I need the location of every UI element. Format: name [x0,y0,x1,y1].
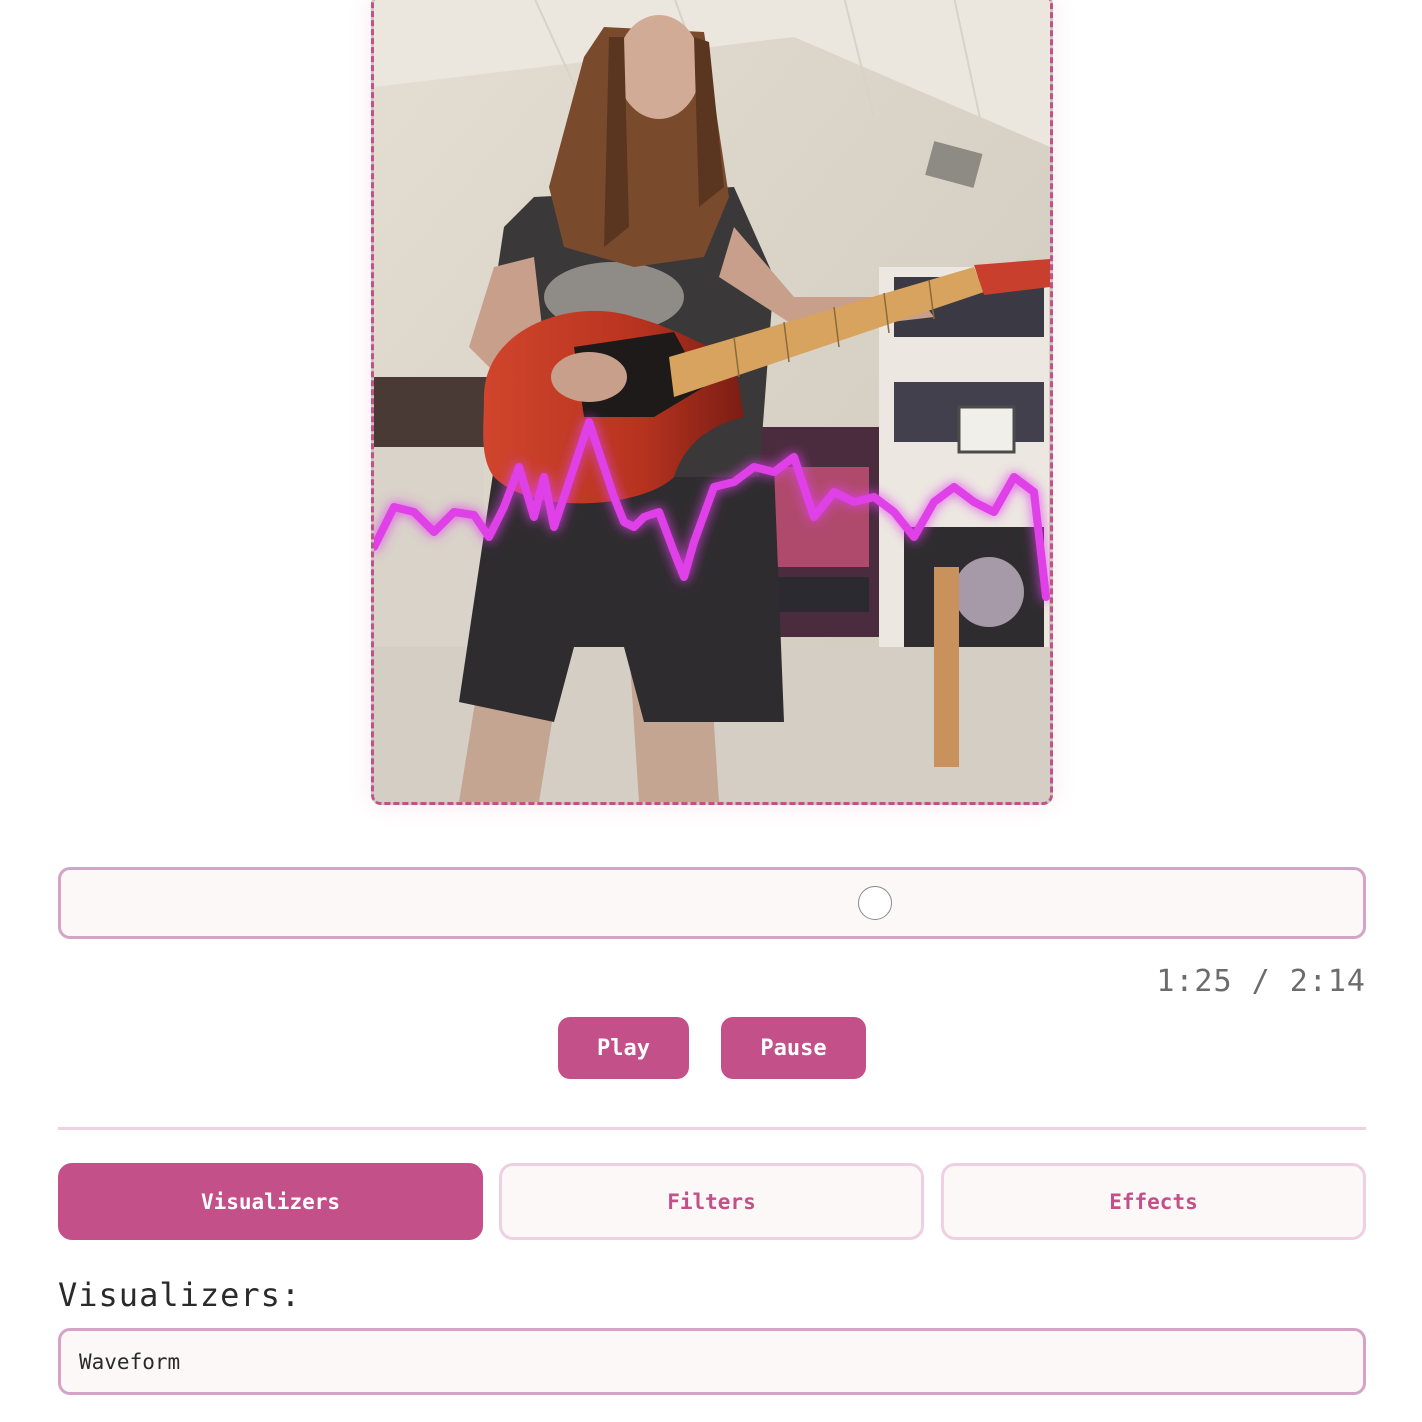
video-frame-image [374,0,1050,802]
tab-filters[interactable]: Filters [499,1163,924,1240]
visualizers-section-label: Visualizers: [58,1276,302,1314]
section-divider [58,1127,1366,1130]
seek-slider[interactable] [58,867,1366,939]
play-button[interactable]: Play [558,1017,689,1079]
time-readout: 1:25 / 2:14 [1156,964,1366,999]
visualizer-select-value: Waveform [79,1349,181,1374]
visualizer-select[interactable]: Waveform [58,1328,1366,1395]
pause-button[interactable]: Pause [721,1017,866,1079]
video-canvas[interactable] [371,0,1053,805]
tab-visualizers[interactable]: Visualizers [58,1163,483,1240]
tab-effects[interactable]: Effects [941,1163,1366,1240]
seek-slider-thumb[interactable] [857,886,892,920]
